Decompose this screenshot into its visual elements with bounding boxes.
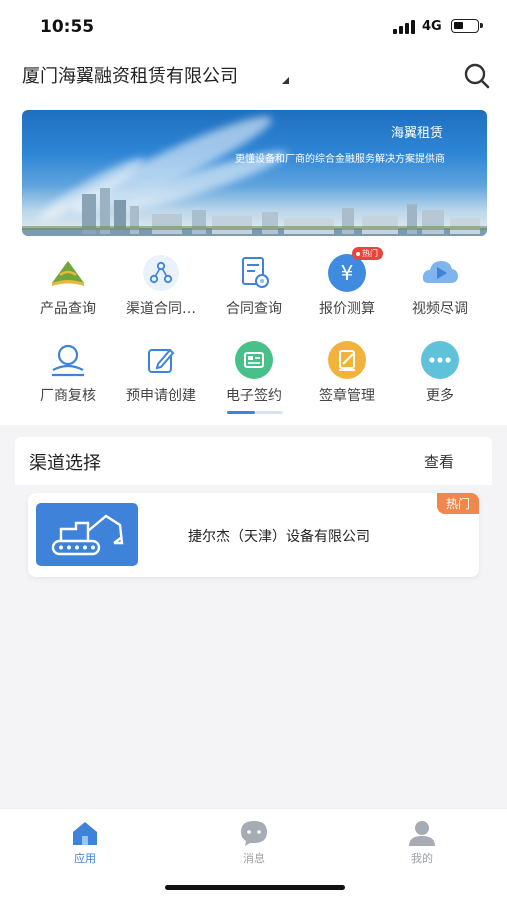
svg-text:¥: ¥ (341, 261, 354, 285)
grid-label: 合同查询 (226, 301, 282, 317)
channel-section-header: 渠道选择 查看 (15, 437, 492, 485)
home-indicator (165, 885, 345, 890)
tab-label: 应用 (74, 852, 96, 865)
pre-apply-icon (148, 348, 175, 373)
e-sign-icon (235, 341, 273, 379)
home-icon (73, 822, 97, 845)
grid-item-channel-contract[interactable]: 渠道合同… (114, 253, 208, 323)
channel-section-title: 渠道选择 (29, 453, 101, 474)
promo-banner[interactable]: 海翼租赁 更懂设备和厂商的综合金融服务解决方案提供商 (22, 110, 487, 236)
network-type: 4G (422, 19, 442, 34)
contract-query-icon (242, 257, 269, 288)
status-bar: 10:55 4G (0, 0, 507, 50)
grid-item-contract-query[interactable]: 合同查询 (207, 253, 301, 323)
tab-label: 消息 (243, 852, 265, 865)
tab-me[interactable]: 我的 (392, 819, 452, 867)
grid-label: 厂商复核 (40, 388, 96, 404)
company-dropdown-caret-icon[interactable] (282, 77, 289, 84)
grid-item-more[interactable]: 更多 (393, 340, 487, 410)
grid-label: 渠道合同… (126, 301, 196, 317)
hot-badge: 热门 (352, 247, 383, 260)
tab-messages[interactable]: 消息 (224, 819, 284, 867)
grid-label: 电子签约 (226, 388, 282, 404)
search-icon[interactable] (463, 62, 491, 90)
banner-title: 海翼租赁 (390, 126, 443, 141)
banner-subtitle: 更懂设备和厂商的综合金融服务解决方案提供商 (235, 154, 445, 165)
grid-label: 视频尽调 (412, 301, 468, 317)
tab-label: 我的 (411, 852, 433, 865)
company-selector[interactable]: 厦门海翼融资租赁有限公司 (22, 62, 238, 88)
grid-item-quote-calc[interactable]: ¥ 热门 报价测算 (300, 247, 394, 323)
video-dd-icon (422, 261, 458, 283)
cellular-signal-icon (393, 20, 415, 34)
grid-label: 更多 (426, 388, 454, 404)
vendor-hot-tag: 热门 (436, 493, 479, 514)
grid-item-product-query[interactable]: 产品查询 (21, 253, 115, 323)
feature-grid-row-1: 产品查询 渠道合同… 合同查询 ¥ 热门 报价测算 视频尽调 (0, 247, 507, 323)
feature-grid-row-2: 厂商复核 预申请创建 电子签约 签章管理 更多 (0, 340, 507, 410)
message-icon (241, 821, 267, 846)
channel-view-link[interactable]: 查看 (424, 451, 454, 472)
grid-item-video-dd[interactable]: 视频尽调 (393, 253, 487, 323)
grid-label: 预申请创建 (126, 388, 196, 404)
product-query-icon (52, 261, 84, 286)
seal-manage-icon (328, 341, 366, 379)
grid-label: 报价测算 (319, 301, 375, 317)
tab-apps[interactable]: 应用 (55, 819, 115, 867)
pager-dot (255, 411, 283, 414)
vendor-card[interactable]: 捷尔杰（天津）设备有限公司 热门 (28, 493, 479, 577)
vendor-thumbnail (36, 503, 138, 566)
city-skyline-image (22, 188, 487, 236)
grid-item-vendor-review[interactable]: 厂商复核 (21, 340, 115, 410)
grid-item-seal-manage[interactable]: 签章管理 (300, 340, 394, 410)
grid-item-e-sign[interactable]: 电子签约 (207, 340, 301, 410)
user-icon (409, 821, 435, 846)
pager-dot-active (227, 411, 255, 414)
vendor-review-icon (52, 344, 84, 377)
grid-label: 产品查询 (40, 301, 96, 317)
channel-contract-icon (143, 255, 179, 291)
grid-item-pre-apply[interactable]: 预申请创建 (114, 340, 208, 410)
battery-icon (451, 19, 483, 33)
vendor-name: 捷尔杰（天津）设备有限公司 (188, 529, 370, 545)
excavator-icon (51, 514, 124, 556)
grid-label: 签章管理 (319, 388, 375, 404)
status-time: 10:55 (40, 17, 95, 37)
more-icon (421, 341, 459, 379)
